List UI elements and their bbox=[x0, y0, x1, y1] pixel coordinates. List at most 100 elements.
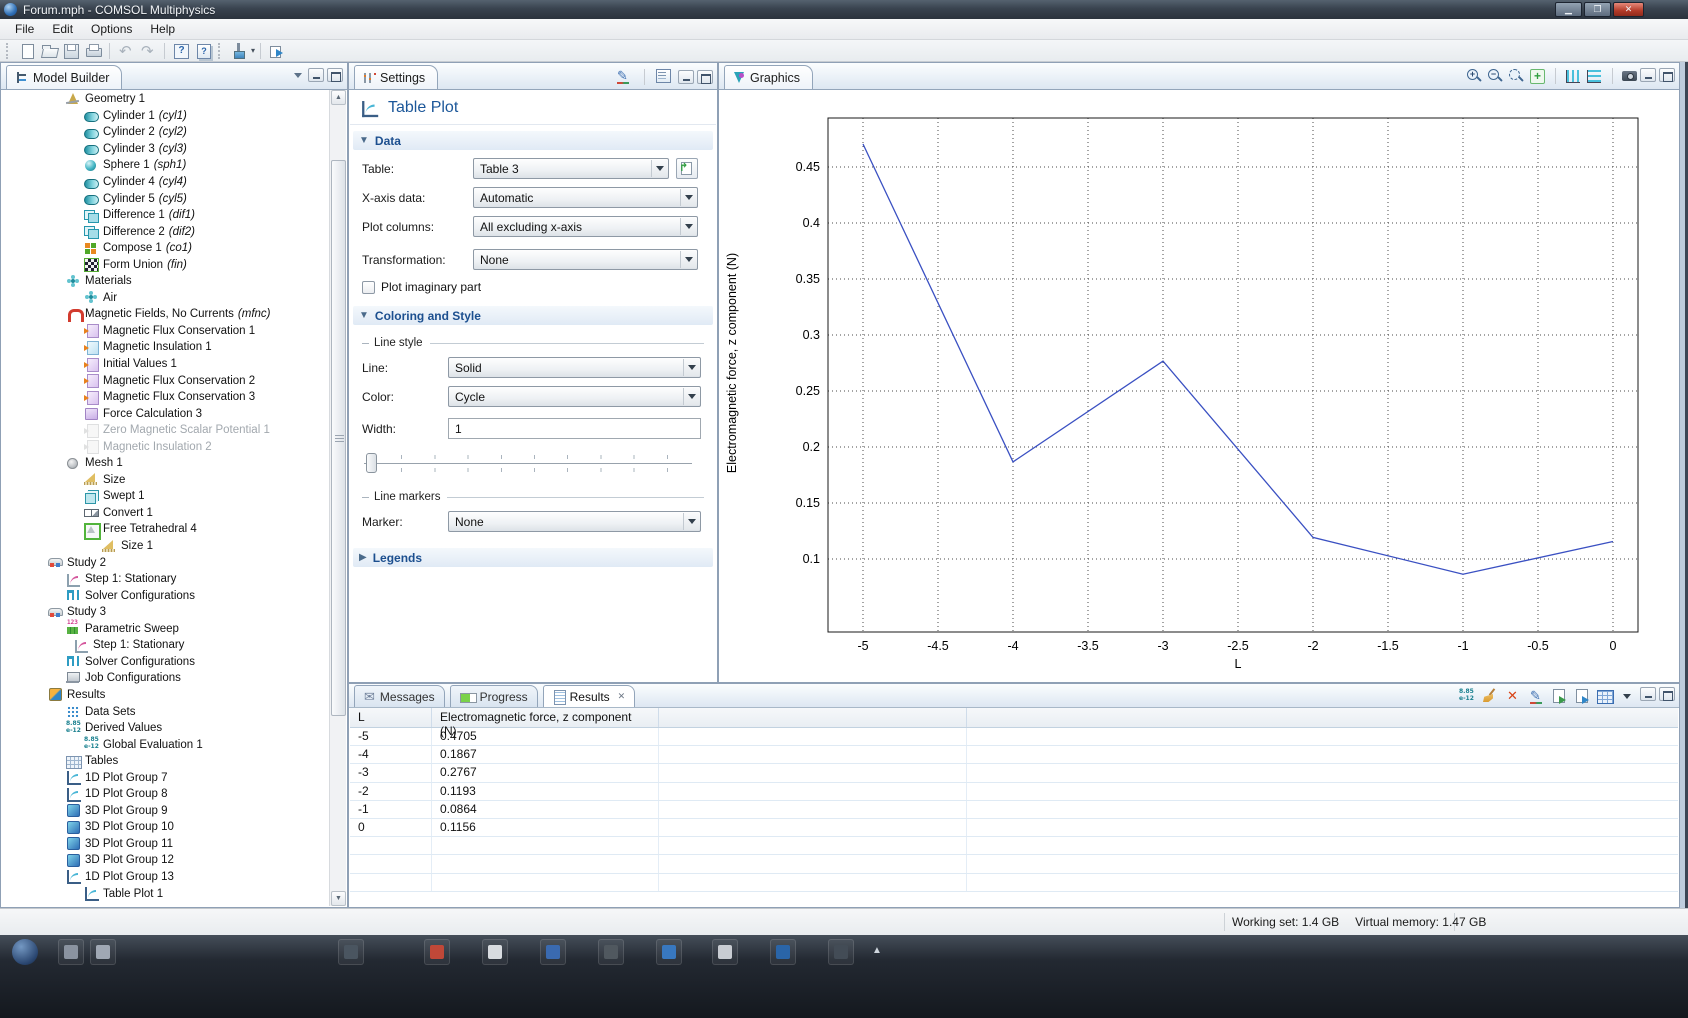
scroll-thumb[interactable] bbox=[331, 160, 346, 716]
table-row[interactable] bbox=[350, 855, 1678, 873]
zoom-out-icon[interactable] bbox=[1487, 68, 1504, 84]
line-select[interactable]: Solid bbox=[448, 357, 701, 378]
tree-item[interactable]: Table Plot 1 bbox=[2, 885, 329, 902]
menu-options[interactable]: Options bbox=[82, 20, 141, 38]
chart[interactable]: -5-4.5-4-3.5-3-2.5-2-1.5-1-0.500.10.150.… bbox=[720, 90, 1678, 682]
tree-item[interactable]: Form Union(fin) bbox=[2, 256, 329, 273]
taskbar-item[interactable] bbox=[482, 939, 508, 965]
taskbar-item[interactable] bbox=[424, 939, 450, 965]
open-icon[interactable] bbox=[39, 42, 59, 60]
column-header[interactable]: Electromagnetic force, z component (N) bbox=[432, 708, 659, 727]
tree-item[interactable]: Force Calculation 3 bbox=[2, 405, 329, 422]
tree-item[interactable]: Magnetic Insulation 1 bbox=[2, 339, 329, 356]
table-row[interactable]: -50.4705 bbox=[350, 728, 1678, 746]
menu-edit[interactable]: Edit bbox=[43, 20, 82, 38]
model-builder-tab[interactable]: Model Builder bbox=[6, 65, 122, 89]
panel-maximize-icon[interactable] bbox=[327, 68, 343, 82]
scroll-up-icon[interactable]: ▲ bbox=[331, 90, 346, 105]
tree-item[interactable]: 1D Plot Group 8 bbox=[2, 786, 329, 803]
tree-item[interactable]: Sphere 1(sph1) bbox=[2, 157, 329, 174]
tree-item[interactable]: Solver Configurations bbox=[2, 654, 329, 671]
graphics-tab[interactable]: Graphics bbox=[724, 65, 813, 89]
snapshot-icon[interactable] bbox=[1622, 68, 1639, 84]
tree-item[interactable]: Size bbox=[2, 472, 329, 489]
plot-pencil-icon[interactable] bbox=[1528, 688, 1545, 704]
section-legends[interactable]: ▶ Legends bbox=[353, 548, 713, 567]
tree-item[interactable]: Air bbox=[2, 290, 329, 307]
copy-table-icon[interactable] bbox=[1551, 688, 1568, 704]
full-precision-icon[interactable] bbox=[1459, 688, 1476, 704]
taskbar-item[interactable] bbox=[58, 939, 84, 965]
tree-item[interactable]: Initial Values 1 bbox=[2, 356, 329, 373]
chevron-down-icon[interactable]: ▾ bbox=[251, 46, 255, 55]
tree-item[interactable]: Difference 2(dif2) bbox=[2, 223, 329, 240]
create-plot-icon[interactable] bbox=[615, 68, 635, 86]
panel-minimize-icon[interactable] bbox=[308, 68, 324, 82]
tree-item[interactable]: 3D Plot Group 10 bbox=[2, 819, 329, 836]
scroll-down-icon[interactable]: ▼ bbox=[331, 891, 346, 906]
tree-scrollbar[interactable]: ▲ ▼ bbox=[329, 90, 346, 906]
clear-table-icon[interactable] bbox=[1482, 688, 1499, 704]
tree-item[interactable]: Mesh 1 bbox=[2, 455, 329, 472]
taskbar-item[interactable] bbox=[656, 939, 682, 965]
tree-item[interactable]: Size 1 bbox=[2, 538, 329, 555]
maximize-button[interactable]: ❐ bbox=[1584, 2, 1611, 17]
width-slider[interactable] bbox=[364, 449, 702, 479]
tree-item[interactable]: Step 1: Stationary bbox=[2, 637, 329, 654]
xaxis-select[interactable]: Automatic bbox=[473, 187, 698, 208]
tree-item[interactable]: 1D Plot Group 7 bbox=[2, 769, 329, 786]
save-icon[interactable] bbox=[61, 42, 81, 60]
tree-item[interactable]: Magnetic Flux Conservation 2 bbox=[2, 372, 329, 389]
tree-item[interactable]: Materials bbox=[2, 273, 329, 290]
tree-item[interactable]: Zero Magnetic Scalar Potential 1 bbox=[2, 422, 329, 439]
table-row[interactable]: -20.1193 bbox=[350, 783, 1678, 801]
panel-maximize-icon[interactable] bbox=[1659, 68, 1675, 82]
title-bar[interactable]: Forum.mph - COMSOL Multiphysics ▁ ❐ ✕ bbox=[0, 0, 1688, 19]
table-row[interactable]: -40.1867 bbox=[350, 746, 1678, 764]
tree-item[interactable]: Compose 1(co1) bbox=[2, 240, 329, 257]
menu-file[interactable]: File bbox=[6, 20, 43, 38]
tree-item[interactable]: Magnetic Flux Conservation 3 bbox=[2, 389, 329, 406]
tree-item[interactable]: Global Evaluation 1 bbox=[2, 736, 329, 753]
start-button[interactable] bbox=[12, 939, 38, 965]
tree-item[interactable]: 1D Plot Group 13 bbox=[2, 869, 329, 886]
delete-icon[interactable] bbox=[1505, 688, 1522, 704]
tree-item[interactable]: Geometry 1 bbox=[2, 91, 329, 108]
tree-item[interactable]: Magnetic Flux Conservation 1 bbox=[2, 323, 329, 340]
tree-item[interactable]: Derived Values bbox=[2, 720, 329, 737]
tree-item[interactable]: Difference 1(dif1) bbox=[2, 207, 329, 224]
table-row[interactable] bbox=[350, 837, 1678, 855]
color-select[interactable]: Cycle bbox=[448, 386, 701, 407]
taskbar-item[interactable] bbox=[712, 939, 738, 965]
taskbar-item[interactable] bbox=[598, 939, 624, 965]
panel-minimize-icon[interactable] bbox=[1640, 687, 1656, 701]
width-input[interactable]: 1 bbox=[448, 418, 701, 439]
tree-item[interactable]: 3D Plot Group 9 bbox=[2, 803, 329, 820]
menu-help[interactable]: Help bbox=[141, 20, 184, 38]
section-coloring-style[interactable]: ▼ Coloring and Style bbox=[353, 306, 713, 325]
panel-maximize-icon[interactable] bbox=[697, 70, 713, 84]
marker-select[interactable]: None bbox=[448, 511, 701, 532]
table-row[interactable]: 00.1156 bbox=[350, 819, 1678, 837]
grid-y-icon[interactable] bbox=[1586, 68, 1603, 84]
column-header[interactable] bbox=[967, 708, 1678, 727]
tree-item[interactable]: Magnetic Insulation 2 bbox=[2, 438, 329, 455]
tab-messages[interactable]: Messages bbox=[354, 685, 445, 707]
table-row[interactable] bbox=[350, 874, 1678, 892]
go-to-source-button[interactable] bbox=[676, 158, 698, 179]
zoom-extents-icon[interactable] bbox=[1529, 68, 1546, 84]
tab-results[interactable]: Results✕ bbox=[543, 685, 636, 707]
tree-item[interactable]: Cylinder 3(cyl3) bbox=[2, 141, 329, 158]
tree-item[interactable]: Results bbox=[2, 687, 329, 704]
view-menu-icon[interactable] bbox=[294, 73, 302, 78]
show-hidden-icons[interactable]: ▲ bbox=[872, 945, 882, 956]
new-icon[interactable] bbox=[17, 42, 37, 60]
tree-item[interactable]: Job Configurations bbox=[2, 670, 329, 687]
taskbar-item[interactable] bbox=[338, 939, 364, 965]
panel-maximize-icon[interactable] bbox=[1659, 687, 1675, 701]
taskbar-item[interactable] bbox=[770, 939, 796, 965]
taskbar-item[interactable] bbox=[90, 939, 116, 965]
table-select[interactable]: Table 3 bbox=[473, 158, 669, 179]
table-row[interactable]: -30.2767 bbox=[350, 764, 1678, 782]
column-header[interactable] bbox=[659, 708, 967, 727]
